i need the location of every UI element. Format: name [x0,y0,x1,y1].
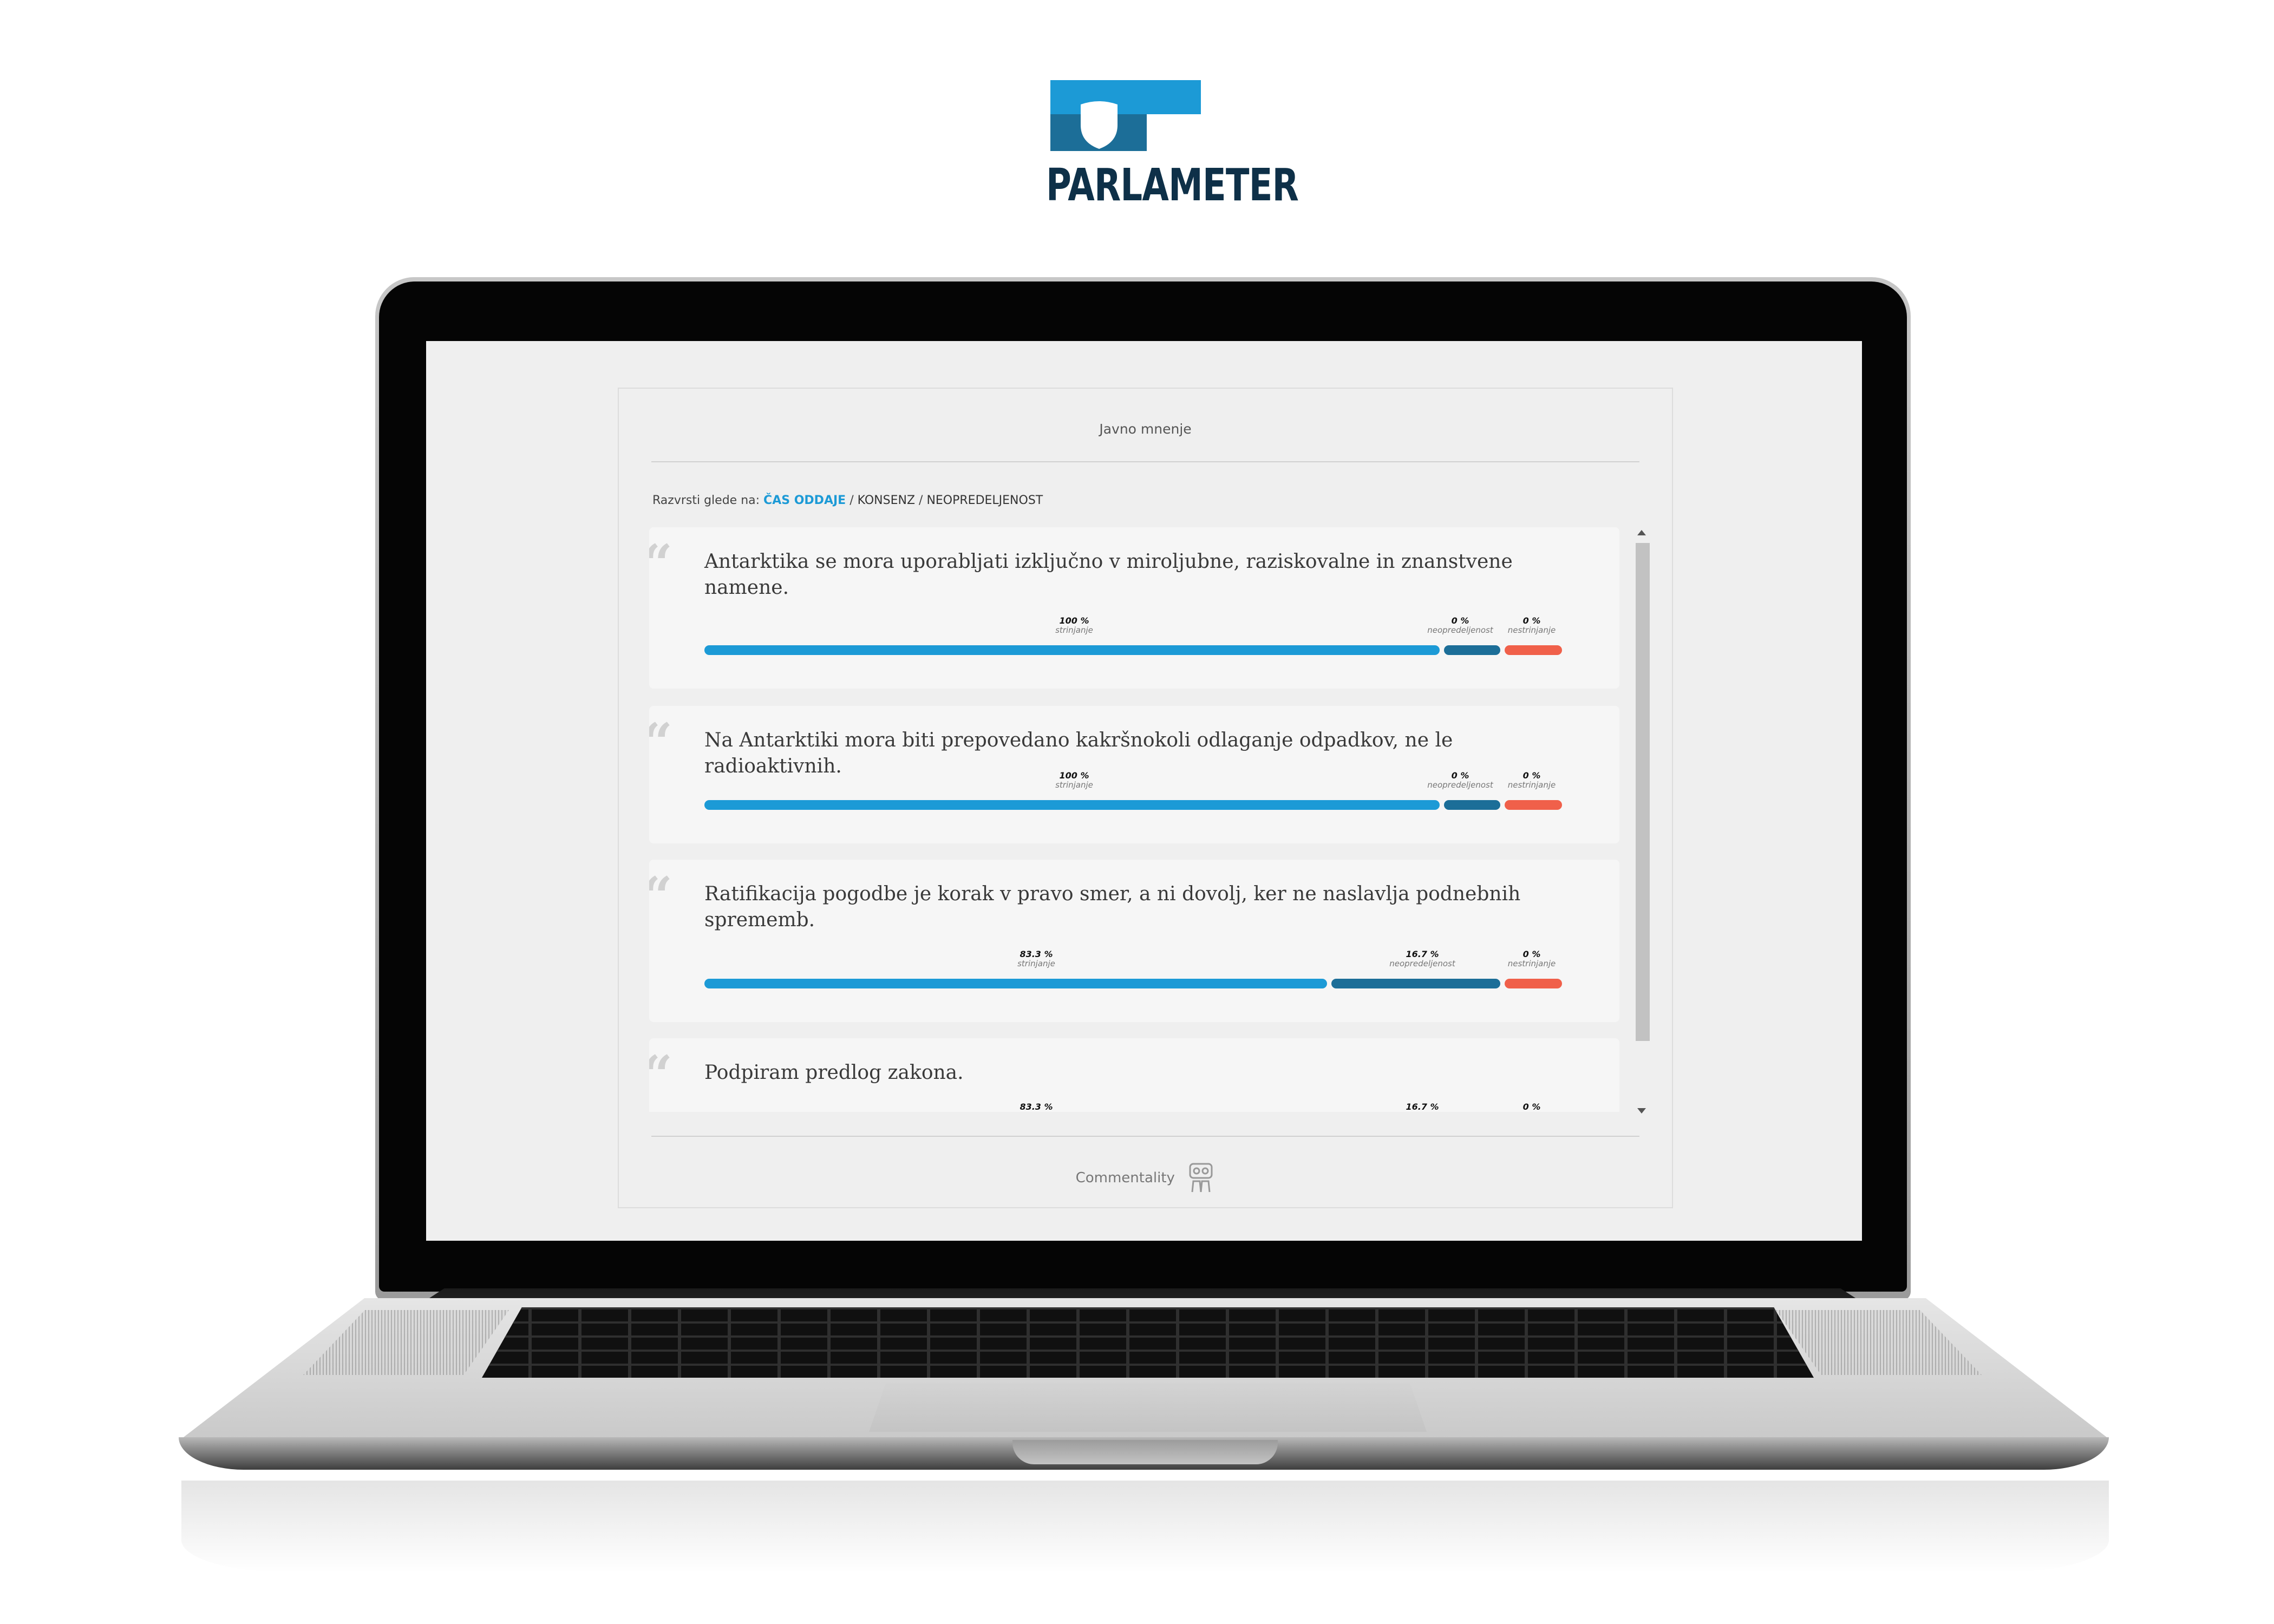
statement-text: Na Antarktiki mora biti prepovedano kakr… [704,729,1453,777]
quote-icon: “ [649,1049,672,1101]
quote-icon: “ [649,538,672,590]
undecided-bar [1444,645,1500,655]
sort-option-cas-oddaje[interactable]: ČAS ODDAJE [763,494,846,507]
agree-label: 100 % strinjanje [1055,615,1093,635]
title-divider [651,461,1639,462]
statement-text: Antarktika se mora uporabljati izključno… [704,551,1513,599]
statement-text: Podpiram predlog zakona. [704,1062,964,1084]
laptop-lid-notch [1012,1440,1278,1464]
laptop-reflection [181,1481,2109,1573]
scrollbar-thumb[interactable] [1636,543,1650,1041]
laptop-keyboard [482,1307,1814,1378]
agree-bar [704,979,1327,988]
statement-card: “ Podpiram predlog zakona. 83.3 %strinja… [649,1038,1619,1112]
disagree-label: 0 %nestrinjanje [1507,615,1556,635]
scroll-up-arrow-icon[interactable] [1637,530,1646,535]
commentality-link[interactable]: Commentality [1076,1170,1175,1186]
undecided-label: 0 % neopredeljenost [1427,615,1493,635]
sort-prefix: Razvrsti glede na: [652,494,760,507]
agree-label: 83.3 %strinjanje [1020,1102,1053,1112]
statement-text: Ratifikacija pogodbe je korak v pravo sm… [704,883,1521,931]
disagree-bar [1505,979,1562,988]
parlameter-logo: PARLAMETER [1045,78,1299,214]
statement-list[interactable]: “ Antarktika se mora uporabljati izključ… [649,527,1639,1112]
undecided-label: 0 % neopredeljenost [1427,770,1493,790]
disagree-bar [1505,645,1562,655]
statement-card: “ Ratifikacija pogodbe je korak v pravo … [649,860,1619,1022]
sort-separator: / [850,494,854,507]
disagree-bar [1505,800,1562,810]
laptop-trackpad [869,1383,1427,1432]
footer-divider [651,1136,1639,1137]
public-opinion-widget: Javno mnenje Razvrsti glede na: ČAS ODDA… [618,388,1673,1208]
disagree-label: 0 %nestrinjanje [1507,949,1556,968]
widget-footer: Commentality [619,1163,1672,1193]
laptop-screen: Javno mnenje Razvrsti glede na: ČAS ODDA… [426,341,1862,1241]
quote-icon: “ [649,870,672,922]
disagree-label: 0 %nestrinjanje [1507,770,1556,790]
statement-card: “ Antarktika se mora uporabljati izključ… [649,527,1619,689]
scroll-down-arrow-icon[interactable] [1637,1108,1646,1114]
disagree-label: 0 %nestrinjanje [1522,1102,1541,1112]
agree-label: 83.3 %strinjanje [1017,949,1055,968]
shield-icon [1081,101,1118,149]
people-icon[interactable] [1187,1163,1215,1193]
widget-title: Javno mnenje [1099,421,1192,437]
agree-label: 100 % strinjanje [1055,770,1093,790]
agree-bar [704,800,1440,810]
logo-wordmark: PARLAMETER [1046,160,1299,211]
sort-option-konsenz[interactable]: KONSENZ [858,494,915,507]
undecided-label: 16.7 %neopredeljenost [1389,949,1455,968]
undecided-bar [1444,800,1500,810]
agree-bar [704,645,1440,655]
statement-card: “ Na Antarktiki mora biti prepovedano ka… [649,706,1619,843]
sort-bar: Razvrsti glede na: ČAS ODDAJE / KONSENZ … [652,494,1043,507]
sort-option-neopredeljenost[interactable]: NEOPREDELJENOST [926,494,1043,507]
undecided-bar [1331,979,1500,988]
undecided-label: 16.7 %neopredeljenost [1406,1102,1439,1112]
quote-icon: “ [649,717,672,769]
sort-separator: / [919,494,923,507]
logo-bar-top [1050,80,1201,114]
